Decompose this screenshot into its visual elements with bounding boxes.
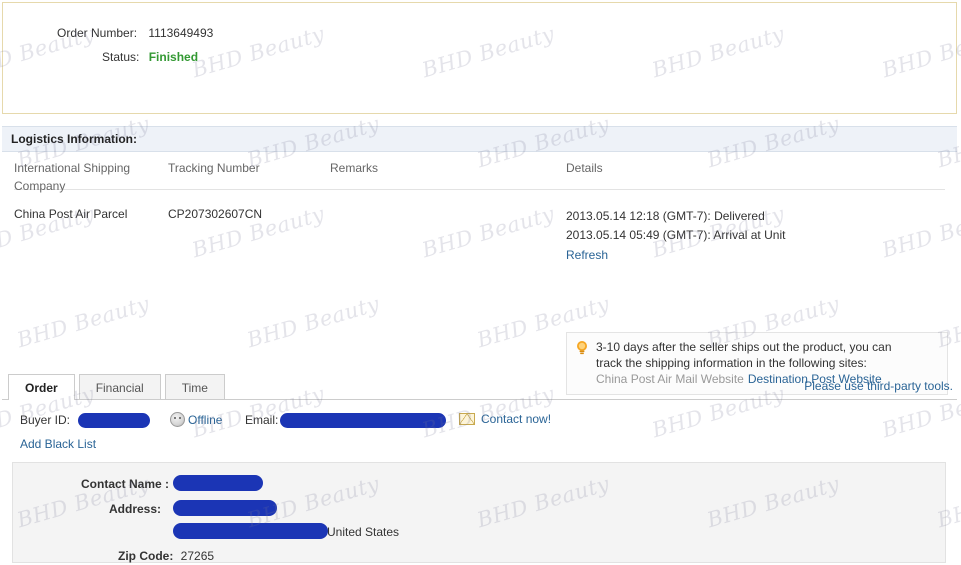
add-black-list-link[interactable]: Add Black List <box>20 437 96 451</box>
order-number-label: Order Number: <box>57 26 138 40</box>
column-header-details: Details <box>566 161 603 175</box>
tabs-underline <box>2 399 957 400</box>
tab-time[interactable]: Time <box>164 374 225 400</box>
email-value-redacted <box>280 413 446 428</box>
tracking-event-arrival: 2013.05.14 05:49 (GMT-7): Arrival at Uni… <box>566 228 786 242</box>
refresh-link[interactable]: Refresh <box>566 248 608 262</box>
third-party-tools-note[interactable]: Please use third-party tools. <box>804 379 953 393</box>
logistics-panel: Logistics Information: International Shi… <box>2 126 957 395</box>
tip-line-2: track the shipping information in the fo… <box>596 356 867 370</box>
contact-name-label: Contact Name : <box>81 477 170 491</box>
zip-code-row: Zip Code: 27265 <box>118 549 214 563</box>
tip-line-1: 3-10 days after the seller ships out the… <box>596 340 892 354</box>
buyer-row: Buyer ID: Offline Email: Contact now! <box>2 408 957 434</box>
offline-status-label: Offline <box>188 412 223 427</box>
blacklist-row: Add Black List <box>2 434 957 456</box>
logistics-table: International Shipping Company Tracking … <box>14 152 948 395</box>
email-label: Email: <box>245 413 279 427</box>
logistics-table-header-row: International Shipping Company Tracking … <box>14 152 945 193</box>
cell-details: 2013.05.14 12:18 (GMT-7): Delivered 2013… <box>566 207 948 262</box>
logistics-header-title: Logistics Information: <box>11 132 137 146</box>
tab-order[interactable]: Order <box>8 374 75 400</box>
cell-tracking-number: CP207302607CN <box>168 207 263 221</box>
address-label: Address: <box>109 502 162 516</box>
table-row: China Post Air Parcel CP207302607CN 2013… <box>14 190 948 395</box>
buyer-online-status[interactable]: Offline <box>170 412 222 427</box>
zip-code-value: 27265 <box>180 549 215 563</box>
contact-name-row: Contact Name : <box>81 477 169 491</box>
order-summary-panel: Order Number: 1113649493 Status: Finishe… <box>2 2 957 114</box>
tracking-event-delivered: 2013.05.14 12:18 (GMT-7): Delivered <box>566 209 765 223</box>
buyer-region: Buyer ID: Offline Email: Contact now! Ad… <box>2 408 957 456</box>
column-header-tracking-number: Tracking Number <box>168 161 260 175</box>
tabs-region: Order Financial Time Please use third-pa… <box>2 371 957 400</box>
buyer-id-label: Buyer ID: <box>20 413 71 427</box>
address-label-row: Address: <box>109 502 161 516</box>
tab-financial[interactable]: Financial <box>78 374 161 400</box>
contact-name-value-redacted <box>173 475 263 491</box>
buyer-id-value-redacted <box>78 413 150 428</box>
order-number-row: Order Number: 1113649493 <box>57 26 213 40</box>
contact-now-button[interactable]: Contact now! <box>459 412 551 426</box>
cell-shipping-company: China Post Air Parcel <box>14 207 128 221</box>
lightbulb-icon <box>575 340 589 356</box>
address-line-2-redacted <box>173 523 328 539</box>
order-status-label: Status: <box>102 50 140 64</box>
order-number-value: 1113649493 <box>148 26 214 40</box>
tab-strip: Order Financial Time Please use third-pa… <box>2 371 957 400</box>
zip-code-label: Zip Code: <box>118 549 174 563</box>
address-country: United States <box>327 525 400 539</box>
offline-face-icon <box>170 412 185 427</box>
order-status-row: Status: Finished <box>102 50 198 64</box>
column-header-remarks: Remarks <box>330 161 379 175</box>
status-badge: Finished <box>148 50 199 64</box>
envelope-icon <box>459 413 475 425</box>
address-line-1-redacted <box>173 500 277 516</box>
shipping-address-panel: Contact Name : Address: United States Zi… <box>12 462 946 563</box>
contact-now-label: Contact now! <box>481 412 552 426</box>
logistics-header: Logistics Information: <box>2 126 957 152</box>
